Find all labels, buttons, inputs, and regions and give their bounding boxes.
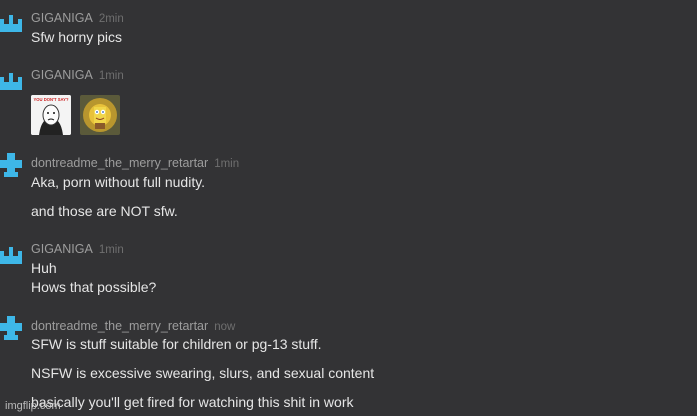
timestamp: 2min [98, 13, 124, 25]
username[interactable]: dontreadme_the_merry_retartar [31, 156, 208, 170]
message-text: Huh [31, 260, 57, 276]
timestamp: 1min [214, 158, 240, 170]
message-text: Hows that possible? [31, 279, 157, 295]
you-dont-say-face-icon: YOU DON'T SAY? [31, 95, 71, 135]
username[interactable]: GIGANIGA [31, 11, 93, 25]
timestamp: 1min [98, 70, 124, 82]
message-header: GIGANIGA 1min [31, 68, 124, 82]
timestamp: 1min [98, 244, 124, 256]
username[interactable]: GIGANIGA [31, 68, 93, 82]
username[interactable]: dontreadme_the_merry_retartar [31, 319, 208, 333]
timestamp: now [214, 321, 236, 333]
message-text: SFW is stuff suitable for children or pg… [31, 336, 322, 352]
crown-avatar-icon[interactable] [0, 68, 24, 92]
message-text: Aka, porn without full nudity. [31, 174, 206, 190]
message-text: basically you'll get fired for watching … [31, 394, 354, 410]
message-text: and those are NOT sfw. [31, 203, 178, 219]
spongebob-meme-thumbnail[interactable] [80, 95, 120, 135]
message-header: GIGANIGA 2min [31, 11, 124, 25]
message-header: dontreadme_the_merry_retartar now [31, 319, 235, 333]
imgflip-watermark: imgflip.com [5, 400, 61, 412]
username[interactable]: GIGANIGA [31, 242, 93, 256]
message-header: GIGANIGA 1min [31, 242, 124, 256]
you-dont-say-meme-thumbnail[interactable]: YOU DON'T SAY? [31, 95, 71, 135]
cross-avatar-icon[interactable] [0, 153, 24, 177]
cross-avatar-icon[interactable] [0, 316, 24, 340]
crown-avatar-icon[interactable] [0, 242, 24, 266]
image-caption: YOU DON'T SAY? [33, 97, 68, 102]
crown-avatar-icon[interactable] [0, 10, 24, 34]
message-text: Sfw horny pics [31, 29, 123, 45]
message-header: dontreadme_the_merry_retartar 1min [31, 156, 239, 170]
spongebob-image-icon [80, 95, 120, 135]
message-text: NSFW is excessive swearing, slurs, and s… [31, 365, 375, 381]
